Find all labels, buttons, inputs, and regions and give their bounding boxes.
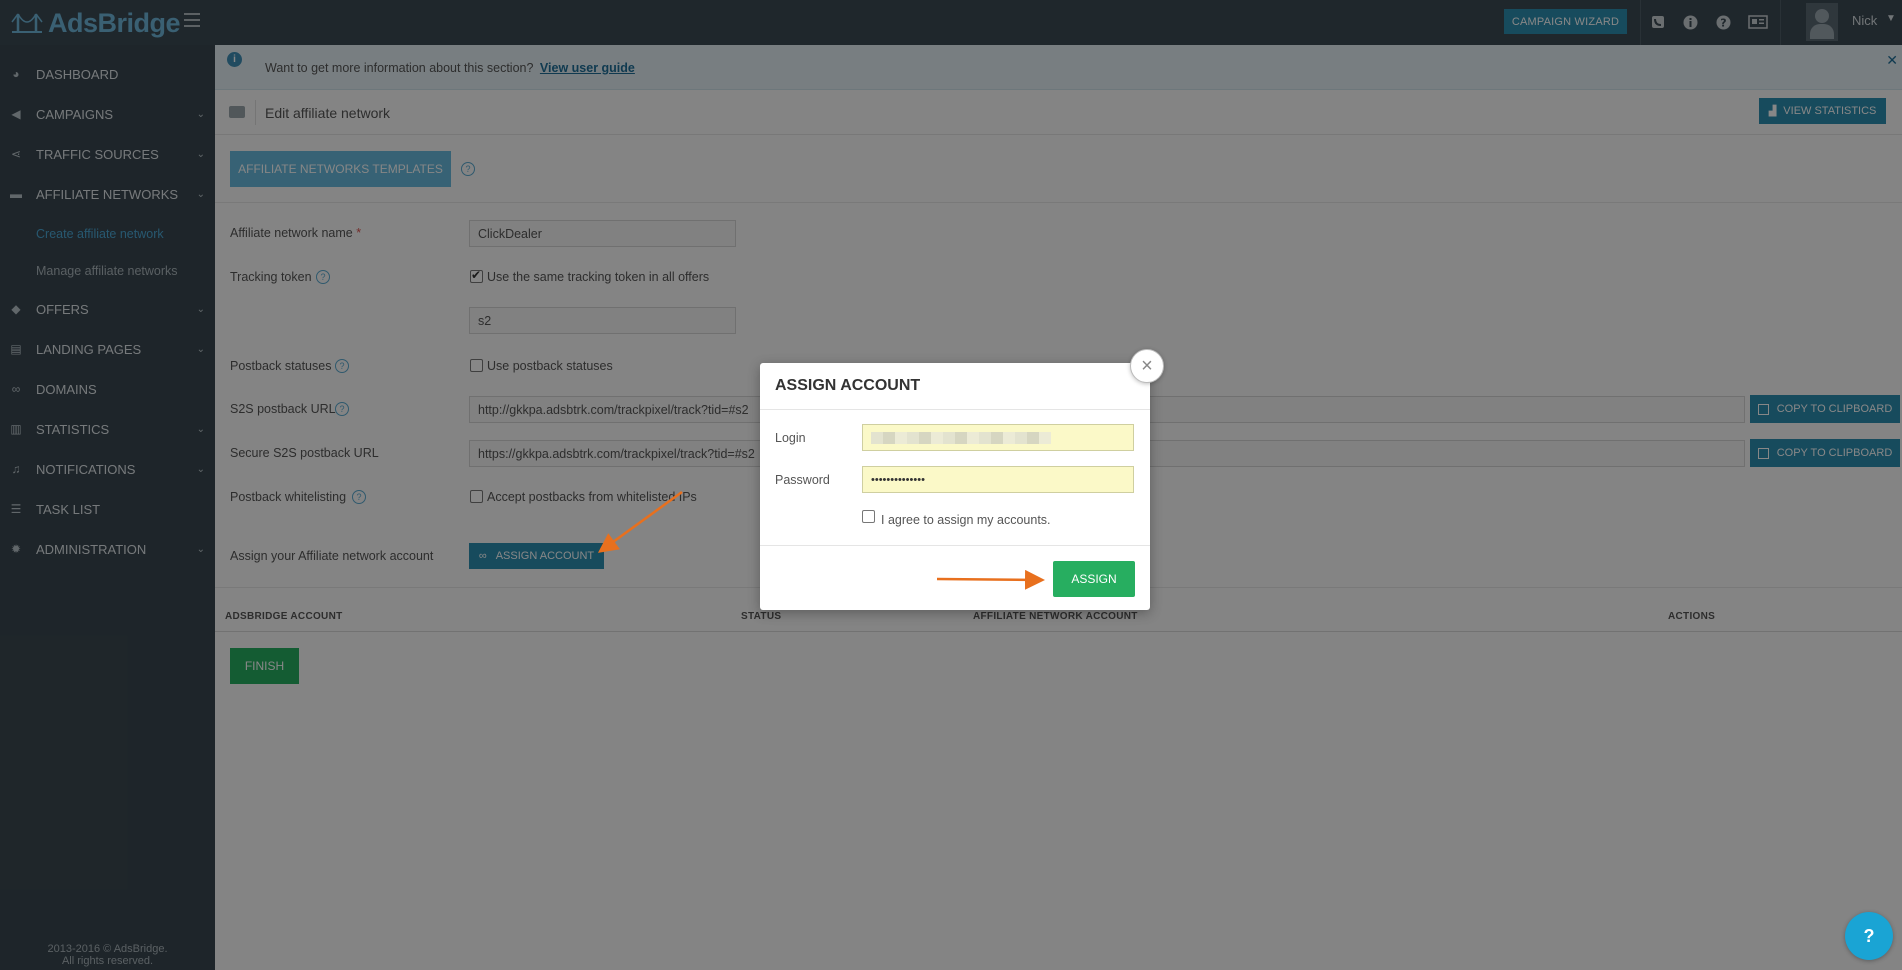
password-input[interactable]: •••••••••••••• bbox=[862, 466, 1134, 493]
assign-button[interactable]: ASSIGN bbox=[1053, 561, 1135, 597]
password-label: Password bbox=[775, 473, 830, 487]
login-label: Login bbox=[775, 431, 806, 445]
redacted-login bbox=[871, 431, 1051, 444]
divider bbox=[760, 545, 1150, 546]
assign-account-modal: ASSIGN ACCOUNT Login Password ••••••••••… bbox=[760, 363, 1150, 610]
agree-checkbox-label: I agree to assign my accounts. bbox=[881, 513, 1051, 527]
modal-title: ASSIGN ACCOUNT bbox=[775, 377, 921, 394]
login-input[interactable] bbox=[862, 424, 1134, 451]
close-icon[interactable]: × bbox=[1130, 349, 1164, 383]
divider bbox=[760, 409, 1150, 410]
chat-help-icon[interactable]: ? bbox=[1845, 912, 1893, 960]
agree-checkbox[interactable] bbox=[862, 510, 875, 523]
